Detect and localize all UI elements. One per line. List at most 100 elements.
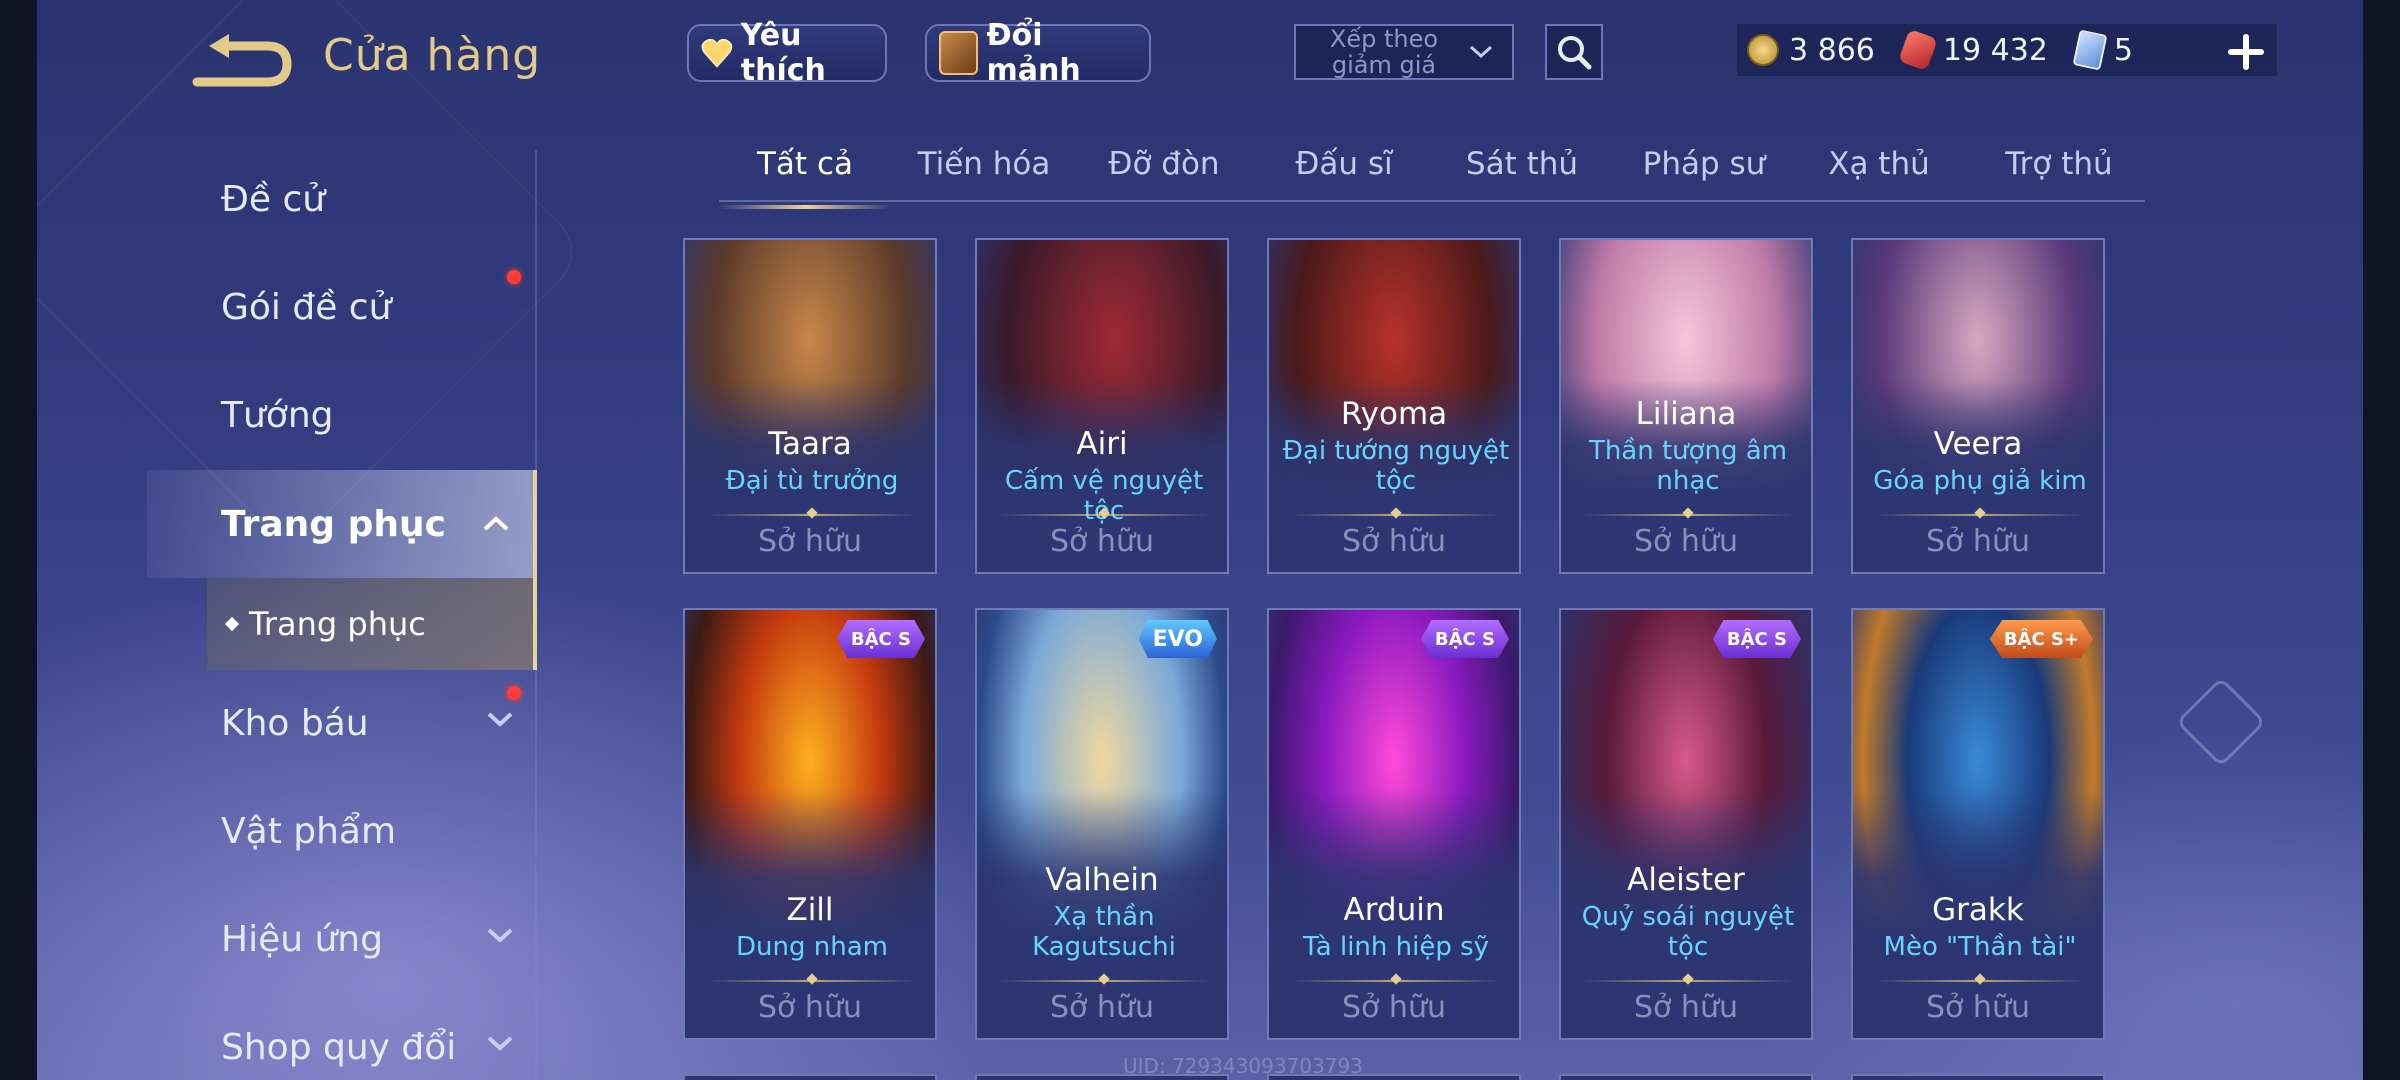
sidebar-item-recommended[interactable]: Đề cử — [147, 164, 537, 234]
skin-card[interactable]: Ryoma Đại tướng nguyệt tộc Sở hữu — [1267, 238, 1521, 574]
sort-dropdown[interactable]: Xếp theo giảm giá — [1294, 24, 1514, 80]
favorite-label: Yêu thích — [740, 18, 826, 88]
tab-support[interactable]: Trợ thủ — [1969, 146, 2149, 200]
skin-name: Đại tù trưởng — [725, 466, 899, 496]
owned-status: Sở hữu — [758, 990, 862, 1025]
chevron-down-icon — [487, 1036, 513, 1051]
search-button[interactable] — [1545, 24, 1603, 80]
voucher-amount: 19 432 — [1942, 32, 2048, 68]
tab-fighter[interactable]: Đấu sĩ — [1254, 146, 1434, 200]
owned-status: Sở hữu — [1050, 990, 1154, 1025]
skin-name: Góa phụ giả kim — [1873, 466, 2087, 496]
tab-evolving[interactable]: Tiến hóa — [894, 146, 1074, 200]
skin-name: Đại tướng nguyệt tộc — [1282, 436, 1510, 496]
tab-marksman[interactable]: Xạ thủ — [1789, 146, 1969, 200]
tier-badge: BẬC S — [1420, 620, 1509, 658]
skin-card[interactable] — [1851, 1074, 2105, 1080]
skin-card[interactable] — [683, 1074, 937, 1080]
hero-name: Valhein — [1045, 862, 1159, 898]
chevron-down-icon — [487, 928, 513, 943]
sidebar-item-heroes[interactable]: Tướng — [147, 380, 537, 450]
tab-label: Tiến hóa — [917, 146, 1051, 182]
tab-label: Tất cả — [757, 146, 853, 182]
owned-status: Sở hữu — [1050, 524, 1154, 559]
category-tabs: Tất cả Tiến hóa Đỡ đòn Đấu sĩ Sát thủ Ph… — [719, 140, 2145, 209]
sidebar-item-effects[interactable]: Hiệu ứng — [147, 904, 537, 974]
skin-card[interactable]: EVO Valhein Xạ thần Kagutsuchi Sở hữu — [975, 608, 1229, 1040]
skin-card[interactable]: BẬC S+ Grakk Mèo "Thần tài" Sở hữu — [1851, 608, 2105, 1040]
sidebar-item-exchange-shop[interactable]: Shop quy đổi — [147, 1012, 537, 1080]
sidebar-item-bundles[interactable]: Gói đề cử — [147, 270, 537, 342]
skin-name: Mèo "Thần tài" — [1883, 932, 2077, 962]
sidebar-item-label: Vật phẩm — [221, 810, 397, 852]
tab-label: Xạ thủ — [1828, 146, 1930, 182]
tab-active-indicator — [719, 205, 891, 209]
sidebar-item-label: Kho báu — [221, 702, 369, 744]
chest-icon — [939, 31, 979, 75]
hero-name: Airi — [1076, 426, 1128, 462]
sidebar-item-items[interactable]: Vật phẩm — [147, 796, 537, 866]
sidebar-item-label: Gói đề cử — [221, 286, 392, 328]
hero-name: Arduin — [1343, 892, 1445, 928]
tab-tank[interactable]: Đỡ đòn — [1074, 146, 1254, 200]
tab-mage[interactable]: Pháp sư — [1609, 146, 1799, 200]
notification-dot — [507, 686, 521, 700]
heart-icon — [701, 38, 733, 68]
sidebar: Đề cử Gói đề cử Tướng Trang phục Trang p… — [147, 150, 537, 1080]
skin-card[interactable]: Airi Cấm vệ nguyệt tộc Sở hữu — [975, 238, 1229, 574]
skin-card[interactable]: BẬC S Zill Dung nham Sở hữu — [683, 608, 937, 1040]
owned-status: Sở hữu — [1634, 524, 1738, 559]
chevron-up-icon — [483, 516, 509, 531]
skin-name: Xạ thần Kagutsuchi — [1032, 902, 1176, 962]
skin-name: Dung nham — [736, 932, 888, 962]
back-button[interactable] — [187, 30, 297, 90]
owned-status: Sở hữu — [1926, 524, 2030, 559]
sidebar-subitem-skins[interactable]: Trang phục — [207, 578, 537, 670]
shard-exchange-button[interactable]: Đổi mảnh — [925, 18, 1151, 88]
favorite-button[interactable]: Yêu thích — [687, 18, 887, 88]
hero-name: Grakk — [1932, 892, 2024, 928]
hero-name: Zill — [786, 892, 834, 928]
sidebar-item-label: Đề cử — [221, 178, 326, 220]
owned-status: Sở hữu — [1342, 524, 1446, 559]
tab-assassin[interactable]: Sát thủ — [1432, 146, 1612, 200]
card-amount: 5 — [2113, 32, 2133, 68]
tab-label: Đỡ đòn — [1108, 146, 1220, 182]
card-icon — [2072, 29, 2108, 71]
voucher-icon — [1897, 28, 1938, 72]
tab-label: Sát thủ — [1465, 146, 1579, 182]
add-currency-button[interactable] — [2222, 28, 2270, 76]
skin-card[interactable]: BẬC S Aleister Quỷ soái nguyệt tộc Sở hữ… — [1559, 608, 1813, 1040]
skin-card[interactable]: Veera Góa phụ giả kim Sở hữu — [1851, 238, 2105, 574]
currency-bar: 3 866 19 432 5 — [1737, 24, 2277, 76]
hero-name: Aleister — [1627, 862, 1745, 898]
tab-all[interactable]: Tất cả — [719, 146, 891, 209]
hero-name: Liliana — [1635, 396, 1737, 432]
decorative-diamond — [2175, 676, 2267, 768]
owned-status: Sở hữu — [1342, 990, 1446, 1025]
tier-badge: BẬC S+ — [1989, 620, 2093, 658]
plus-icon — [2228, 34, 2264, 70]
chevron-down-icon — [1469, 45, 1493, 59]
skin-card[interactable]: BẬC S Arduin Tà linh hiệp sỹ Sở hữu — [1267, 608, 1521, 1040]
evo-badge: EVO — [1138, 620, 1217, 658]
sidebar-subitem-label: Trang phục — [249, 605, 426, 643]
back-arrow-icon — [192, 34, 292, 87]
hero-name: Ryoma — [1340, 396, 1448, 432]
gold-coin-icon — [1747, 34, 1779, 66]
owned-status: Sở hữu — [1634, 990, 1738, 1025]
skin-card[interactable]: Liliana Thần tượng âm nhạc Sở hữu — [1559, 238, 1813, 574]
tier-badge: BẬC S — [1712, 620, 1801, 658]
sidebar-item-skins[interactable]: Trang phục — [147, 470, 537, 578]
sidebar-item-treasure[interactable]: Kho báu — [147, 686, 537, 758]
tab-label: Pháp sư — [1642, 146, 1766, 182]
owned-status: Sở hữu — [758, 524, 862, 559]
sidebar-item-label: Shop quy đổi — [221, 1026, 457, 1068]
skin-card[interactable] — [1559, 1074, 1813, 1080]
tab-label: Đấu sĩ — [1295, 146, 1393, 182]
tab-label: Trợ thủ — [2005, 146, 2113, 182]
sort-label: Xếp theo giảm giá — [1329, 25, 1439, 79]
sidebar-item-label: Trang phục — [221, 503, 446, 545]
skin-name: Tà linh hiệp sỹ — [1302, 932, 1490, 962]
skin-card[interactable]: Taara Đại tù trưởng Sở hữu — [683, 238, 937, 574]
